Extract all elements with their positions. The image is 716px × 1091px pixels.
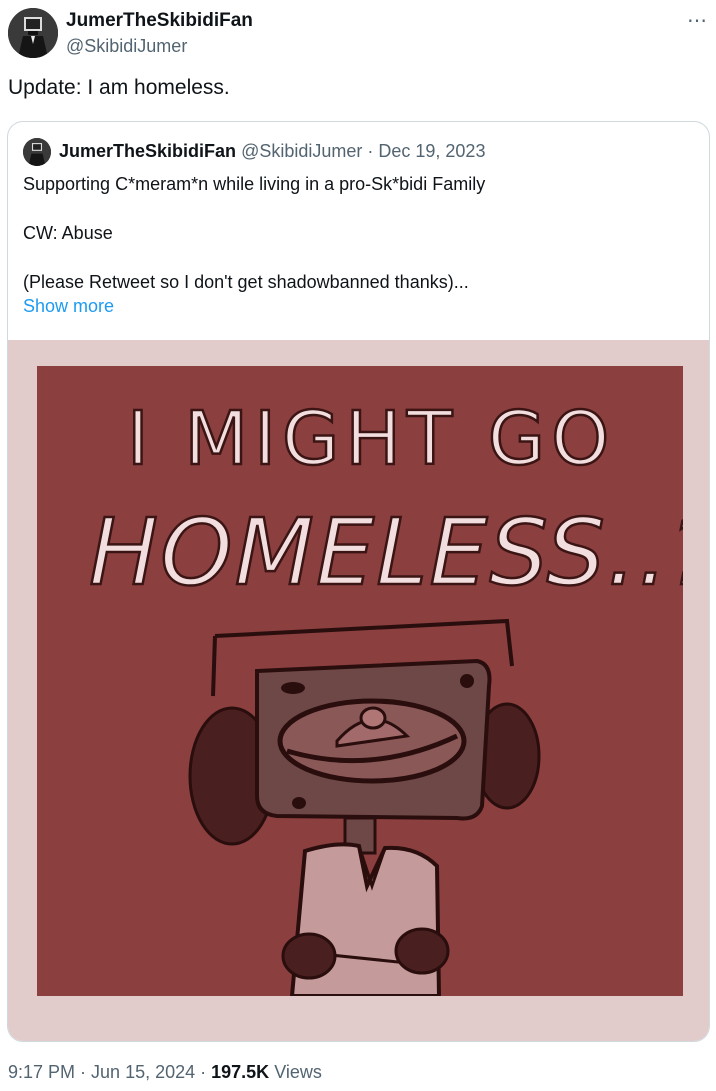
tweet-time[interactable]: 9:17 PM [8,1062,75,1082]
author-handle[interactable]: @SkibidiJumer [66,36,187,57]
quoted-tweet[interactable]: JumerTheSkibidiFan @SkibidiJumer · Dec 1… [7,121,710,1042]
quoted-avatar-image [23,138,51,166]
show-more-link[interactable]: Show more [23,294,693,318]
quoted-author-handle[interactable]: @SkibidiJumer [241,141,362,161]
quoted-body: Supporting C*meram*n while living in a p… [23,172,693,318]
quoted-date[interactable]: Dec 19, 2023 [378,141,485,161]
quoted-separator: · [362,141,379,161]
tweet-text: Update: I am homeless. [8,76,230,99]
image-text-line1: I MIGHT GO [127,396,615,482]
quoted-author-name[interactable]: JumerTheSkibidiFan [59,141,236,161]
more-options-icon[interactable]: ⋯ [687,8,708,33]
image-text-line2: HOMELESS..? [89,499,683,606]
footer-separator: · [75,1062,92,1082]
quoted-line: CW: Abuse [23,223,113,243]
views-label: Views [269,1062,322,1082]
media-image: I MIGHT GO HOMELESS..? [37,366,709,998]
quoted-meta: JumerTheSkibidiFan @SkibidiJumer · Dec 1… [59,141,485,162]
avatar-image [8,8,58,58]
quoted-line: Supporting C*meram*n while living in a p… [23,174,486,194]
tweet-footer: 9:17 PM · Jun 15, 2024 · 197.5K Views [8,1062,322,1083]
quoted-author-avatar[interactable] [23,138,51,166]
quoted-media[interactable]: I MIGHT GO HOMELESS..? [8,340,709,1041]
tweet-header: JumerTheSkibidiFan @SkibidiJumer ⋯ [8,8,708,64]
views-count: 197.5K [211,1062,270,1082]
author-avatar[interactable] [8,8,58,58]
tweet-date[interactable]: Jun 15, 2024 [91,1062,195,1082]
author-name[interactable]: JumerTheSkibidiFan [66,10,253,32]
quoted-line: (Please Retweet so I don't get shadowban… [23,272,469,292]
drawing-artwork: I MIGHT GO HOMELESS..? [37,366,709,998]
footer-separator: · [195,1062,212,1082]
quoted-tweet-header: JumerTheSkibidiFan @SkibidiJumer · Dec 1… [23,138,693,166]
